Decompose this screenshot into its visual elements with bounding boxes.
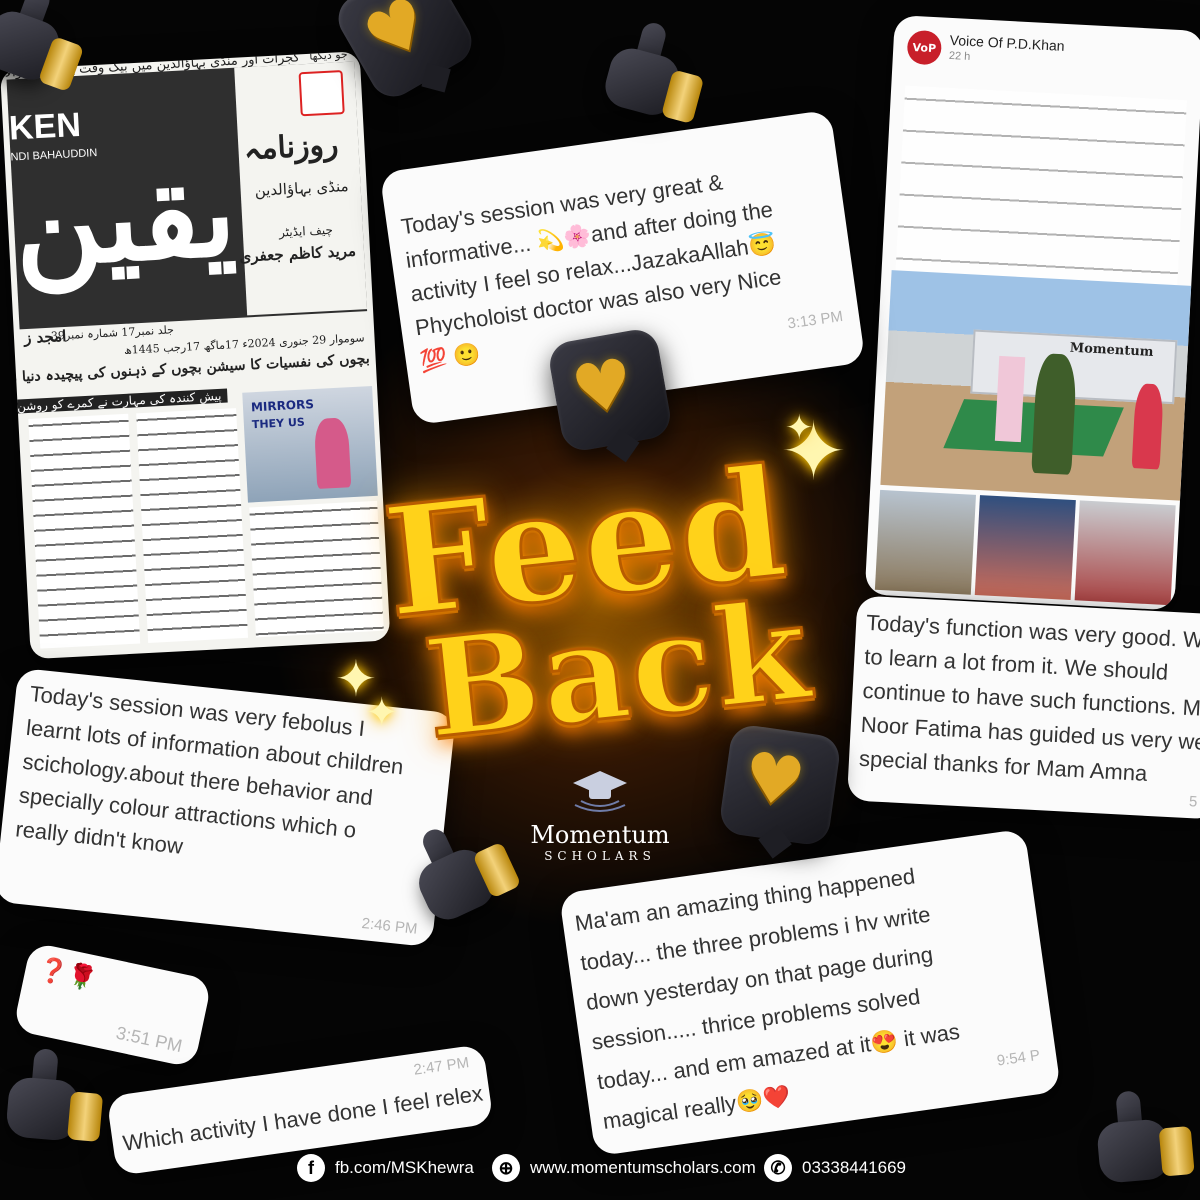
bubble-3-time: 2:46 PM [360, 914, 419, 938]
phone-link[interactable]: ✆ 03338441669 [764, 1154, 906, 1182]
page-avatar: VoP [906, 29, 943, 66]
phone-icon: ✆ [764, 1154, 792, 1182]
thumbs-up-icon-bottom-left [0, 1045, 115, 1164]
bubble-5-time: 3:51 PM [114, 1022, 185, 1057]
heart-like-icon-lower: ♥ [717, 722, 843, 859]
photo-person [313, 417, 352, 489]
bubble-6-text: Which activity I have done I feel relex [121, 1080, 485, 1156]
newspaper-column-2 [136, 408, 249, 644]
post-photo-thumb-3 [1074, 500, 1176, 606]
newspaper-daily: روزنامہ [242, 127, 340, 168]
bubble-5-text: ❓🌹 [35, 955, 100, 994]
graduation-cap-icon [573, 771, 627, 812]
website-url[interactable]: www.momentumscholars.com [530, 1158, 756, 1178]
post-photo-main: Momentum [880, 270, 1192, 501]
publisher-logo [298, 70, 345, 117]
post-photo-thumb-1 [874, 489, 976, 595]
momentum-scholars-logo: Momentum SCHOLARS [530, 765, 670, 863]
bubble-6-time: 2:47 PM [412, 1054, 471, 1079]
sparkle-icon-4: ✦ [365, 690, 399, 736]
feedback-bubble-4: Ma'am an amazing thing happened today...… [558, 828, 1062, 1157]
feedback-poster: گجرات اور منڈی بہاؤالدین میں بیک وقت پڑھ… [0, 0, 1200, 1200]
post-photo-thumb-2 [974, 495, 1076, 600]
logo-subtitle: SCHOLARS [544, 849, 656, 863]
post-time: 22 h [948, 49, 971, 63]
sparkle-icon-2: ✦ [785, 408, 814, 448]
masthead-right-panel: روزنامہ منڈی بہاؤالدین چیف ایڈیٹر مرید ک… [234, 61, 368, 316]
facebook-icon: f [297, 1154, 325, 1182]
globe-icon: ⊕ [492, 1154, 520, 1182]
masthead-english: KEN [8, 105, 82, 148]
heart-like-icon-center: ♥ [546, 326, 674, 463]
newspaper-column-1 [28, 413, 141, 649]
newspaper-photo: MIRRORS THEY US [242, 385, 378, 503]
logo-name: Momentum [530, 821, 670, 849]
phone-number[interactable]: 03338441669 [802, 1158, 906, 1178]
bubble-2-time: 5 [1188, 793, 1198, 811]
website-link[interactable]: ⊕ www.momentumscholars.com [492, 1154, 756, 1182]
masthead-urdu: یقین [10, 141, 240, 295]
newspaper-city: منڈی بہاؤالدین [254, 176, 350, 200]
bubble-1-time: 3:13 PM [786, 307, 845, 333]
newspaper-column-3 [249, 500, 384, 638]
chief-editor-label: چیف ایڈیٹر [278, 222, 334, 240]
photo-sign-mirrors: MIRRORS [250, 397, 315, 415]
contact-footer: f fb.com/MSKhewra ⊕ www.momentumscholars… [0, 1148, 1200, 1188]
facebook-url[interactable]: fb.com/MSKhewra [335, 1158, 474, 1178]
newspaper-tag: جو دیکھا [308, 51, 348, 63]
bubble-4-time: 9:54 P [995, 1046, 1042, 1070]
newspaper-clipping: گجرات اور منڈی بہاؤالدین میں بیک وقت پڑھ… [0, 51, 391, 660]
photo-sign-they: THEY US [251, 415, 306, 432]
facebook-link[interactable]: f fb.com/MSKhewra [297, 1154, 474, 1182]
chief-editor-name: مرید کاظم جعفری [239, 241, 357, 266]
feedback-bubble-2: Today's function was very good. W to lea… [846, 595, 1200, 820]
building-sign: Momentum [1069, 340, 1154, 360]
banner-stand [994, 355, 1026, 443]
facebook-post-card: VoP Voice Of P.D.Khan 22 h Momentum [864, 15, 1200, 611]
main-headline: بچوں کی نفسیات کا سیشن بچوں کے ذہنوں کی … [0, 351, 371, 393]
